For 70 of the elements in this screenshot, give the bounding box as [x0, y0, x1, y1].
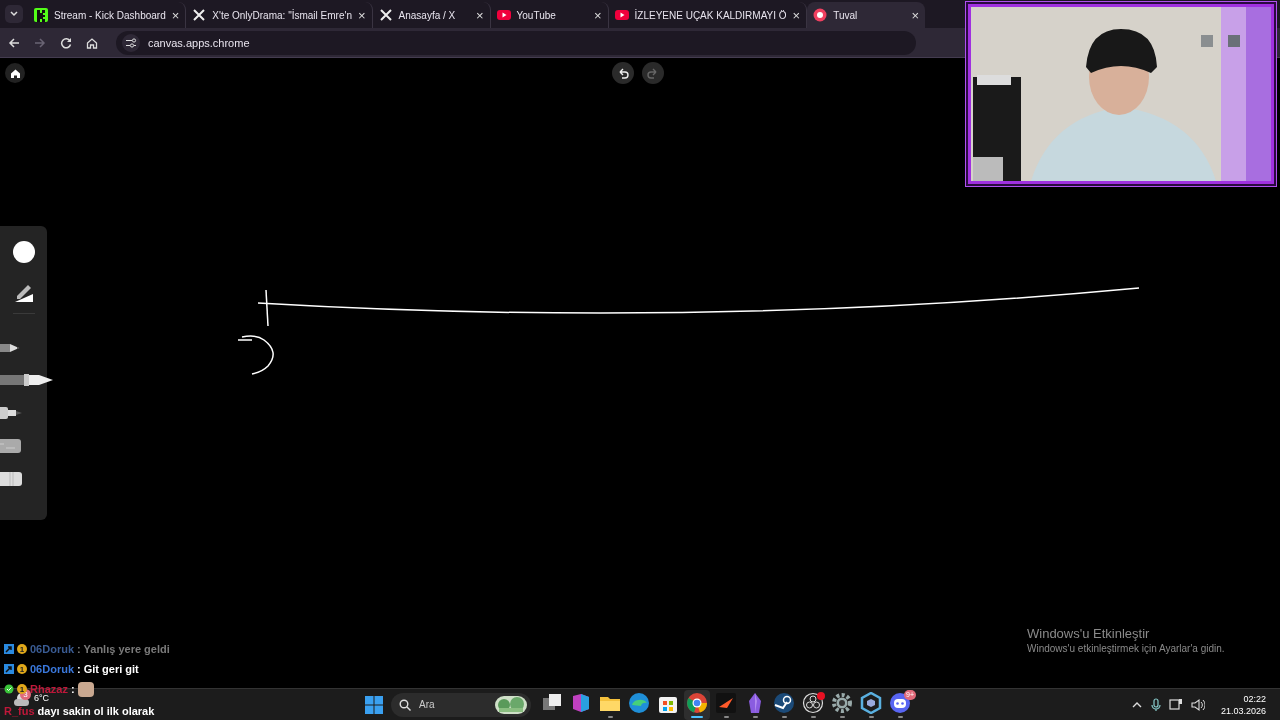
tab-title: YouTube	[516, 9, 557, 21]
search-field[interactable]: Ara	[391, 692, 531, 717]
settings-icon	[831, 691, 853, 714]
tab-title: Tuval	[833, 9, 859, 21]
start-icon[interactable]	[365, 695, 383, 714]
redo-icon	[647, 67, 659, 79]
color-swatch-icon[interactable]	[12, 240, 36, 264]
tab-close-button[interactable]: ×	[357, 8, 366, 22]
circle-logo-icon	[813, 8, 828, 22]
chat-username: R_fus	[4, 705, 35, 717]
activation-title: Windows'u Etkinleştir	[1027, 626, 1151, 641]
tab-close-button[interactable]: ×	[171, 8, 180, 22]
activation-message: Windows'u etkinleştirmek için Ayarlar'a gidin.	[1027, 643, 1225, 654]
tab-close-button[interactable]: ×	[792, 8, 801, 22]
arrow-logo-icon	[715, 691, 737, 714]
chat-username: Rhazaz	[30, 683, 68, 695]
home-icon[interactable]	[86, 36, 98, 49]
home-icon	[9, 67, 21, 79]
wave-icon	[628, 691, 650, 714]
x-logo-icon	[378, 8, 393, 22]
network-icon[interactable]	[1168, 697, 1183, 712]
tab-close-button[interactable]: ×	[593, 8, 602, 22]
taskbar-app-button[interactable]	[858, 689, 884, 720]
back-icon[interactable]	[8, 36, 20, 49]
address-field[interactable]: canvas.apps.chrome	[116, 30, 916, 55]
chat-username: 06Doruk	[30, 643, 75, 655]
subscriber-badge: 1	[17, 664, 27, 674]
browser-icon	[686, 691, 708, 714]
tab-title: X'te OnlyDrama: "İsmail Emre'n	[212, 9, 352, 21]
undo-icon	[617, 67, 629, 79]
clock[interactable]: 02:22 21.03.2026	[1220, 692, 1266, 717]
chat-message: :	[70, 683, 75, 695]
reload-icon[interactable]	[60, 36, 72, 49]
sword-icon	[4, 644, 14, 654]
weather-temperature: 6°C	[34, 693, 50, 703]
tab-title: Stream - Kick Dashboard	[54, 9, 166, 21]
tab-list-button[interactable]	[5, 5, 23, 23]
tab-title: İZLEYENE UÇAK KALDIRMAYI Ö	[634, 9, 787, 21]
chat-message: : Yanlış yere geldi	[77, 643, 170, 655]
pencil-icon[interactable]	[0, 341, 22, 355]
cube-icon	[860, 691, 882, 714]
play-icon	[614, 8, 629, 22]
tab-close-button[interactable]: ×	[475, 8, 484, 22]
sword-icon	[4, 664, 14, 674]
k-logo-icon	[34, 8, 48, 22]
chat-message: : Git geri git	[77, 663, 139, 675]
taskbar-app-button[interactable]	[684, 689, 710, 720]
x-logo-icon	[192, 8, 207, 22]
play-icon	[496, 8, 511, 22]
browser-tab[interactable]: Tuval ×	[807, 2, 926, 28]
search-icon	[399, 698, 411, 711]
chalk-icon[interactable]	[0, 438, 22, 454]
chat-username: 06Doruk	[30, 663, 75, 675]
chevron-down-icon	[9, 9, 19, 19]
marker-icon[interactable]	[0, 405, 24, 421]
check-badge-icon	[4, 684, 14, 694]
record-icon	[802, 691, 824, 714]
eraser-icon[interactable]	[0, 471, 23, 487]
chat-message: dayı sakin ol ilk olarak	[37, 705, 155, 717]
volume-icon[interactable]	[1190, 697, 1205, 712]
tab-title: Anasayfa / X	[398, 9, 457, 21]
site-settings-icon[interactable]	[125, 36, 137, 49]
piston-logo-icon	[773, 691, 795, 714]
home-button[interactable]	[5, 63, 25, 83]
subscriber-badge: 1	[17, 684, 27, 694]
undo-button[interactable]	[612, 62, 634, 84]
tab-close-button[interactable]: ×	[911, 8, 920, 22]
subscriber-badge: 1	[17, 644, 27, 654]
microphone-icon[interactable]	[1150, 697, 1161, 712]
office-icon	[570, 691, 592, 714]
